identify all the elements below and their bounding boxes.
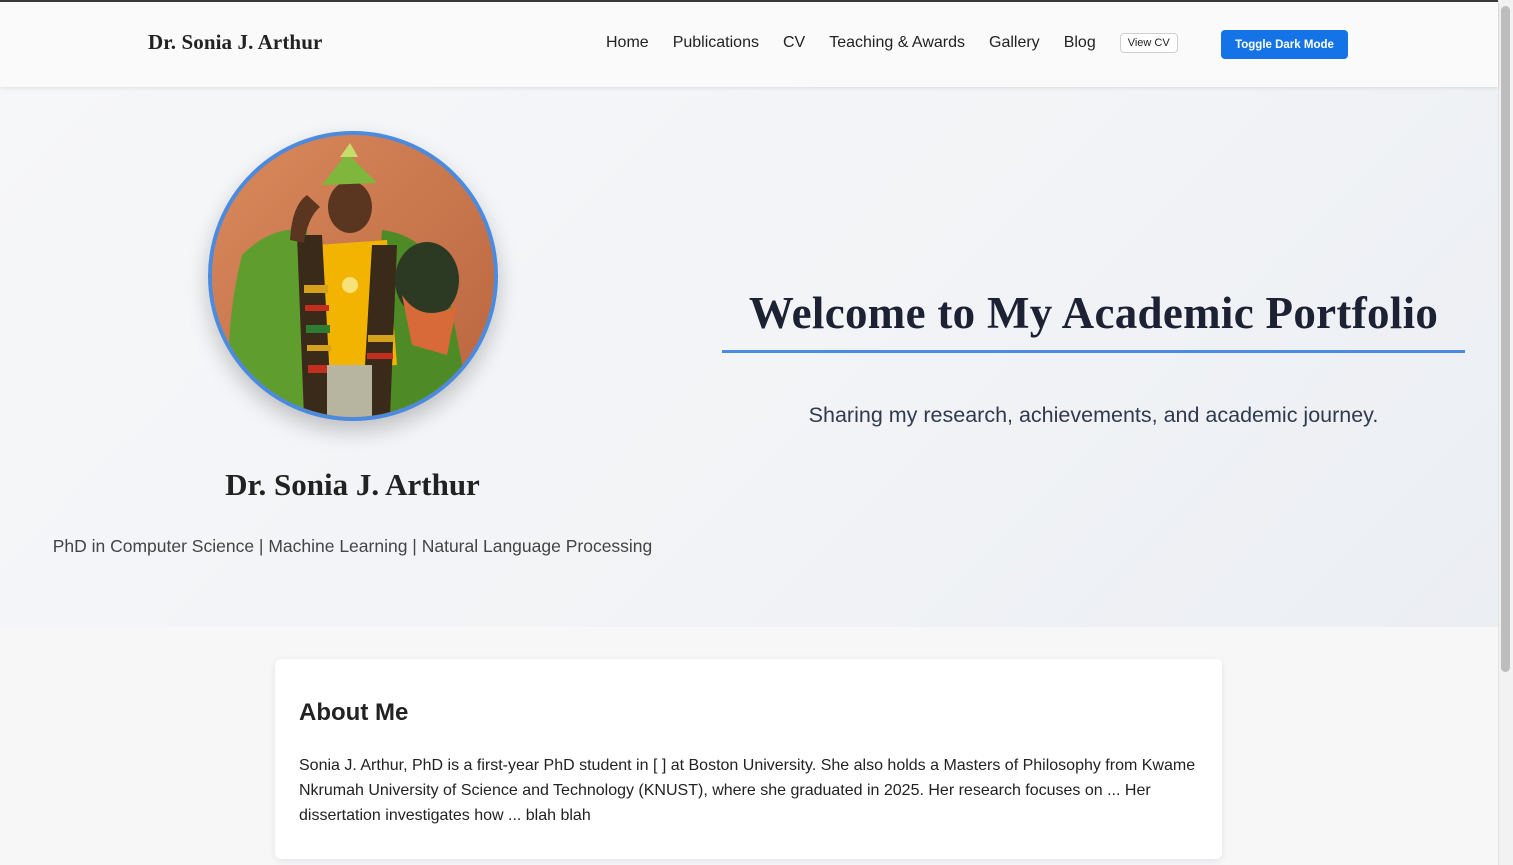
nav-teaching-awards-link[interactable]: Teaching & Awards — [829, 34, 965, 52]
about-text: Sonia J. Arthur, PhD is a first-year PhD… — [299, 757, 1196, 824]
toggle-dark-mode-button[interactable]: Toggle Dark Mode — [1221, 30, 1348, 59]
hero-subtitle: Sharing my research, achievements, and a… — [808, 403, 1379, 427]
nav-links: Home Publications CV Teaching & Awards G… — [606, 33, 1178, 53]
hero-name: Dr. Sonia J. Arthur — [225, 467, 480, 502]
about-title: About Me — [299, 699, 409, 726]
scrollbar-thumb[interactable] — [1501, 6, 1510, 672]
site-brand[interactable]: Dr. Sonia J. Arthur — [148, 30, 322, 55]
nav-home-link[interactable]: Home — [606, 34, 649, 52]
hero-section: Dr. Sonia J. Arthur PhD in Computer Scie… — [0, 87, 1498, 627]
nav-publications-link[interactable]: Publications — [673, 34, 759, 52]
nav-gallery-link[interactable]: Gallery — [989, 34, 1040, 52]
welcome-heading: Welcome to My Academic Portfolio — [748, 288, 1439, 338]
navbar: Dr. Sonia J. Arthur Home Publications CV… — [0, 2, 1498, 87]
nav-blog-link[interactable]: Blog — [1064, 34, 1096, 52]
hero-tagline: PhD in Computer Science | Machine Learni… — [52, 536, 653, 556]
about-card: About Me Sonia J. Arthur, PhD is a first… — [275, 659, 1222, 859]
heading-underline — [722, 350, 1465, 353]
view-cv-button[interactable]: View CV — [1119, 33, 1178, 53]
nav-cv-link[interactable]: CV — [783, 34, 805, 52]
profile-photo — [208, 131, 498, 421]
